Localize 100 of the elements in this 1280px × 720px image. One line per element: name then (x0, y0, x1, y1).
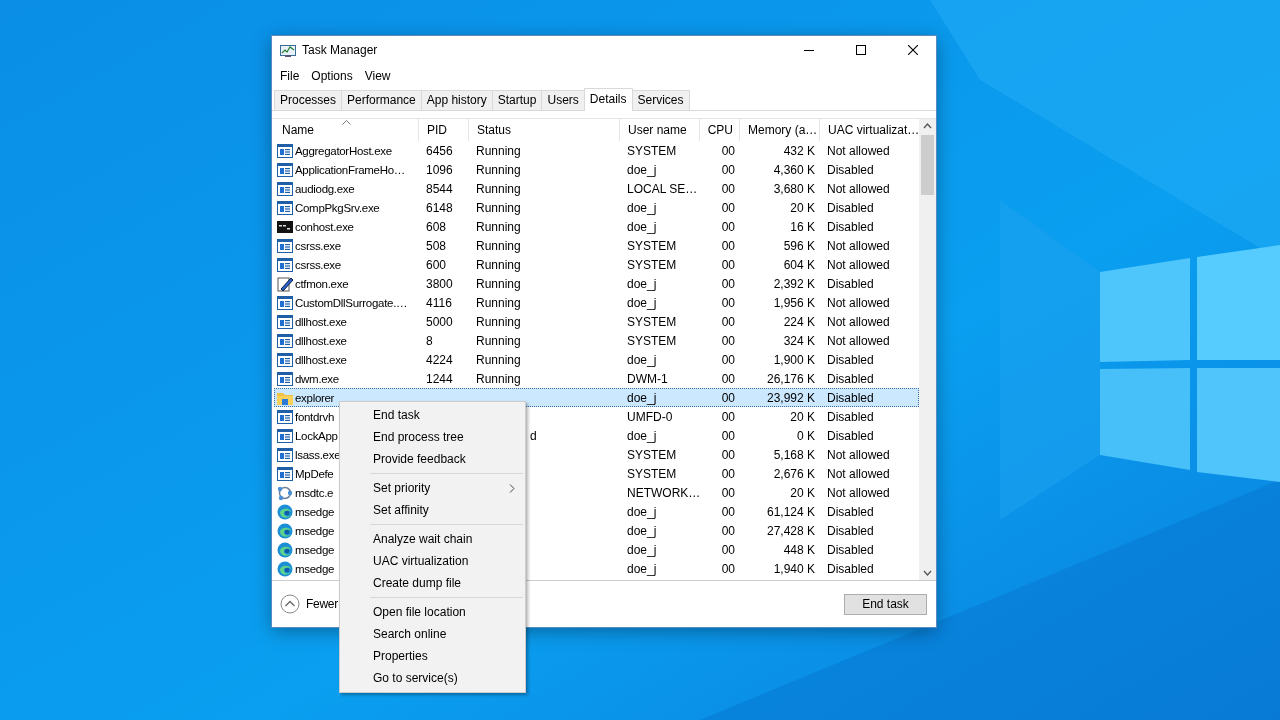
app-window-icon (277, 199, 293, 216)
menu-item[interactable]: Go to service(s) (340, 667, 525, 689)
menu-item-label: UAC virtualization (373, 554, 469, 568)
process-name: fontdrvh (295, 410, 335, 423)
menu-item[interactable]: UAC virtualization (340, 550, 525, 572)
menu-item[interactable]: Properties (340, 645, 525, 667)
menu-item-label: Analyze wait chain (373, 532, 473, 546)
menu-item[interactable]: Set affinity (340, 499, 525, 521)
tab[interactable]: Performance (341, 90, 422, 110)
column-header[interactable]: CPU (700, 119, 740, 141)
column-header[interactable]: Name (274, 119, 419, 141)
user-name-cell: UMFD-0 (627, 409, 673, 424)
scrollbar[interactable] (919, 119, 936, 580)
menu-item[interactable]: File (274, 68, 306, 83)
menu-item[interactable]: Options (305, 68, 359, 83)
status-cell: Running (476, 162, 521, 177)
cpu-cell: 00 (721, 428, 735, 443)
user-name-cell: SYSTEM (627, 238, 677, 253)
cpu-cell: 00 (721, 352, 735, 367)
browser-icon (277, 560, 293, 577)
tab[interactable]: Users (541, 90, 585, 110)
app-window-icon (277, 408, 293, 425)
uac-cell: Disabled (827, 219, 874, 234)
cpu-cell: 00 (721, 485, 735, 500)
menu-item[interactable]: Set priority (340, 477, 525, 499)
browser-icon (277, 522, 293, 539)
uac-cell: Not allowed (827, 466, 890, 481)
menu-item-label: Create dump file (373, 576, 462, 590)
menu-item[interactable]: End process tree (340, 426, 525, 448)
process-name: msedge (295, 505, 335, 518)
uac-cell: Disabled (827, 352, 874, 367)
browser-icon (277, 541, 293, 558)
uac-cell: Disabled (827, 561, 874, 576)
process-name: csrss.exe (295, 258, 341, 271)
details-toggle[interactable]: Fewer (306, 597, 338, 611)
pid-cell: 1244 (426, 371, 453, 386)
menu-item[interactable]: Create dump file (340, 572, 525, 594)
cpu-cell: 00 (721, 447, 735, 462)
menu-item[interactable]: Analyze wait chain (340, 528, 525, 550)
column-header[interactable]: Memory (a… (740, 119, 820, 141)
process-name: csrss.exe (295, 239, 341, 252)
menu-item[interactable]: Open file location (340, 601, 525, 623)
app-window-icon (277, 332, 293, 349)
cpu-cell: 00 (721, 276, 735, 291)
status-cell: Running (476, 200, 521, 215)
menu-item-label: Search online (373, 627, 447, 641)
process-name: AggregatorHost.exe (295, 144, 392, 157)
memory-cell: 224 K (783, 314, 815, 329)
menu-item-label: End task (373, 408, 420, 422)
uac-cell: Disabled (827, 428, 874, 443)
memory-cell: 324 K (783, 333, 815, 348)
menu-item[interactable]: End task (340, 404, 525, 426)
task-manager-icon (280, 42, 296, 58)
uac-cell: Disabled (827, 523, 874, 538)
process-name: MpDefe (295, 467, 334, 480)
status-cell: Running (476, 257, 521, 272)
scrollbar-thumb[interactable] (921, 135, 934, 195)
cpu-cell: 00 (721, 314, 735, 329)
uac-cell: Disabled (827, 390, 874, 405)
memory-cell: 1,956 K (773, 295, 815, 310)
cpu-cell: 00 (721, 390, 735, 405)
memory-cell: 16 K (790, 219, 815, 234)
status-cell: Running (476, 371, 521, 386)
memory-cell: 3,680 K (773, 181, 815, 196)
user-name-cell: SYSTEM (627, 314, 677, 329)
console-icon (277, 218, 293, 235)
memory-cell: 596 K (783, 238, 815, 253)
menu-item-label: Properties (373, 649, 428, 663)
process-name: explorer (295, 391, 335, 404)
uac-cell: Disabled (827, 542, 874, 557)
column-header[interactable]: Status (469, 119, 620, 141)
column-header[interactable]: User name (620, 119, 700, 141)
tab[interactable]: Services (631, 90, 690, 110)
process-name: dllhost.exe (295, 315, 347, 328)
tab[interactable]: Startup (491, 90, 543, 110)
process-name: audiodg.exe (295, 182, 355, 195)
cpu-cell: 00 (721, 371, 735, 386)
memory-cell: 20 K (790, 409, 815, 424)
user-name-cell: doe_j (627, 219, 657, 234)
app-window-icon (277, 313, 293, 330)
memory-cell: 4,360 K (773, 162, 815, 177)
tab[interactable]: Details (583, 88, 633, 111)
end-task-button[interactable]: End task (844, 593, 927, 615)
pid-cell: 5000 (426, 314, 453, 329)
tab[interactable]: Processes (274, 90, 343, 110)
close-icon (908, 45, 918, 55)
menu-item[interactable]: Provide feedback (340, 448, 525, 470)
user-name-cell: SYSTEM (627, 143, 677, 158)
cpu-cell: 00 (721, 542, 735, 557)
column-header[interactable]: PID (419, 119, 469, 141)
menu-item[interactable]: View (358, 68, 397, 83)
menu-item[interactable]: Search online (340, 623, 525, 645)
process-name: dwm.exe (295, 372, 339, 385)
process-name: msedge (295, 562, 335, 575)
uac-cell: Not allowed (827, 181, 890, 196)
app-window-icon (277, 465, 293, 482)
pid-cell: 508 (426, 238, 447, 253)
cpu-cell: 00 (721, 143, 735, 158)
tab[interactable]: App history (420, 90, 493, 110)
user-name-cell: SYSTEM (627, 333, 677, 348)
